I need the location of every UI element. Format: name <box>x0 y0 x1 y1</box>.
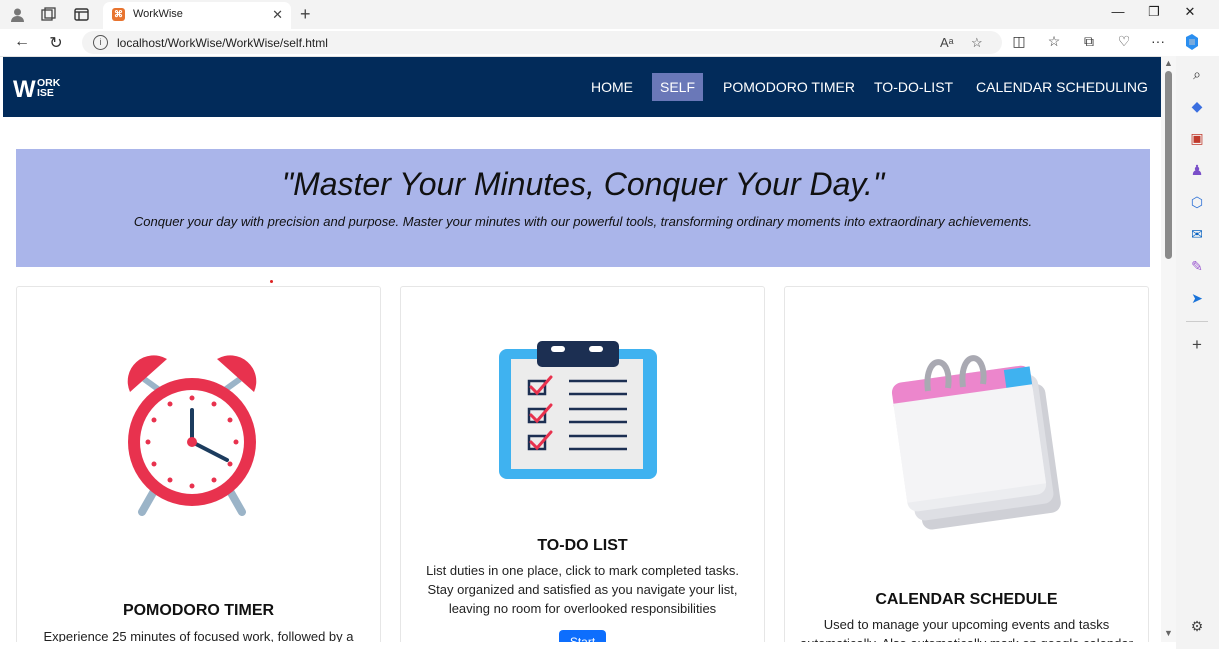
games-icon[interactable]: ♟ <box>1187 160 1207 180</box>
restore-icon[interactable]: ❐ <box>1139 4 1169 20</box>
tab-close-icon[interactable]: ✕ <box>272 7 283 23</box>
designer-icon[interactable]: ✎ <box>1187 256 1207 276</box>
back-icon[interactable]: ← <box>12 33 32 51</box>
split-screen-icon[interactable]: ◫ <box>1009 33 1029 50</box>
hero-subtitle: Conquer your day with precision and purp… <box>133 214 1033 229</box>
checklist-clipboard-icon <box>499 339 661 486</box>
hero-quote: "Master Your Minutes, Conquer Your Day." <box>281 166 885 202</box>
search-icon[interactable]: ⌕ <box>1187 64 1207 84</box>
minimize-icon[interactable]: — <box>1103 4 1133 19</box>
tab-title: WorkWise <box>133 8 183 20</box>
copilot-icon[interactable] <box>1182 33 1202 56</box>
scroll-down-icon[interactable]: ▼ <box>1164 628 1173 638</box>
site-navbar: W ORK ISE HOME SELF POMODORO TIMER TO-DO… <box>3 57 1161 117</box>
send-icon[interactable]: ➤ <box>1187 288 1207 308</box>
nav-home[interactable]: HOME <box>583 73 641 101</box>
browser-essentials-icon[interactable]: ♡ <box>1114 33 1134 50</box>
url-field[interactable]: i localhost/WorkWise/WorkWise/self.html … <box>82 31 1002 54</box>
pomodoro-card-text: Experience 25 minutes of focused work, f… <box>43 629 354 642</box>
browser-tab-bar: ⌘ WorkWise ✕ + — ❐ ✕ <box>0 0 1219 29</box>
calendar-card[interactable]: CALENDAR SCHEDULE Used to manage your up… <box>784 286 1149 642</box>
browser-sidebar: ⌕ ◆ ▣ ♟ ⬡ ✉ ✎ ➤ + ⚙ <box>1176 56 1219 649</box>
url-text: localhost/WorkWise/WorkWise/self.html <box>117 36 328 50</box>
calendar-card-title: CALENDAR SCHEDULE <box>875 591 1058 608</box>
add-sidebar-item-icon[interactable]: + <box>1187 335 1207 355</box>
nav-calendar-scheduling[interactable]: CALENDAR SCHEDULING <box>968 73 1156 101</box>
site-logo[interactable]: W ORK ISE <box>13 76 87 104</box>
todo-card[interactable]: TO-DO LIST List duties in one place, cli… <box>400 286 765 642</box>
settings-gear-icon[interactable]: ⚙ <box>1187 616 1207 636</box>
svg-text:W: W <box>13 77 36 99</box>
svg-text:ISE: ISE <box>37 87 54 99</box>
tab-actions-icon[interactable] <box>73 6 90 23</box>
pomodoro-card-title: POMODORO TIMER <box>122 602 275 619</box>
scrollbar-thumb[interactable] <box>1165 71 1172 259</box>
page-scrollbar[interactable]: ▲ ▼ <box>1161 56 1176 642</box>
outlook-icon[interactable]: ✉ <box>1187 224 1207 244</box>
close-window-icon[interactable]: ✕ <box>1175 4 1205 20</box>
nav-to-do-list[interactable]: TO-DO-LIST <box>866 73 961 101</box>
scroll-up-icon[interactable]: ▲ <box>1164 58 1173 68</box>
todo-start-button[interactable]: Start <box>559 630 606 642</box>
page-viewport: W ORK ISE HOME SELF POMODORO TIMER TO-DO… <box>3 57 1161 642</box>
todo-card-title: TO-DO LIST <box>537 537 628 554</box>
alarm-clock-icon <box>122 347 262 522</box>
sidebar-divider <box>1186 321 1208 322</box>
address-bar-row: ← ↻ i localhost/WorkWise/WorkWise/self.h… <box>0 29 1219 57</box>
site-info-icon[interactable]: i <box>93 35 108 50</box>
read-aloud-icon[interactable]: Aᵃ <box>940 35 954 50</box>
calendar-card-text: Used to manage your upcoming events and … <box>800 617 1133 642</box>
todo-card-text: List duties in one place, click to mark … <box>426 563 739 616</box>
microsoft-365-icon[interactable]: ⬡ <box>1187 192 1207 212</box>
collections-icon[interactable]: ⧉ <box>1079 33 1099 50</box>
favorites-icon[interactable]: ☆ <box>1044 33 1064 50</box>
shopping-tag-icon[interactable]: ◆ <box>1187 96 1207 116</box>
decorative-dot <box>270 280 273 283</box>
toolbox-icon[interactable]: ▣ <box>1187 128 1207 148</box>
refresh-icon[interactable]: ↻ <box>46 33 66 53</box>
profile-icon[interactable] <box>9 6 26 23</box>
hero-banner: "Master Your Minutes, Conquer Your Day."… <box>16 149 1150 267</box>
favorite-star-icon[interactable]: ☆ <box>971 35 983 51</box>
pomodoro-card[interactable]: POMODORO TIMER Experience 25 minutes of … <box>16 286 381 642</box>
nav-pomodoro-timer[interactable]: POMODORO TIMER <box>715 73 863 101</box>
browser-tab[interactable]: ⌘ WorkWise ✕ <box>103 2 291 29</box>
tab-favicon-icon: ⌘ <box>112 8 125 21</box>
new-tab-icon[interactable]: + <box>300 4 311 25</box>
more-menu-icon[interactable]: ··· <box>1148 33 1168 49</box>
workspaces-icon[interactable] <box>40 6 57 23</box>
nav-self[interactable]: SELF <box>652 73 704 101</box>
calendar-icon <box>883 343 1063 538</box>
